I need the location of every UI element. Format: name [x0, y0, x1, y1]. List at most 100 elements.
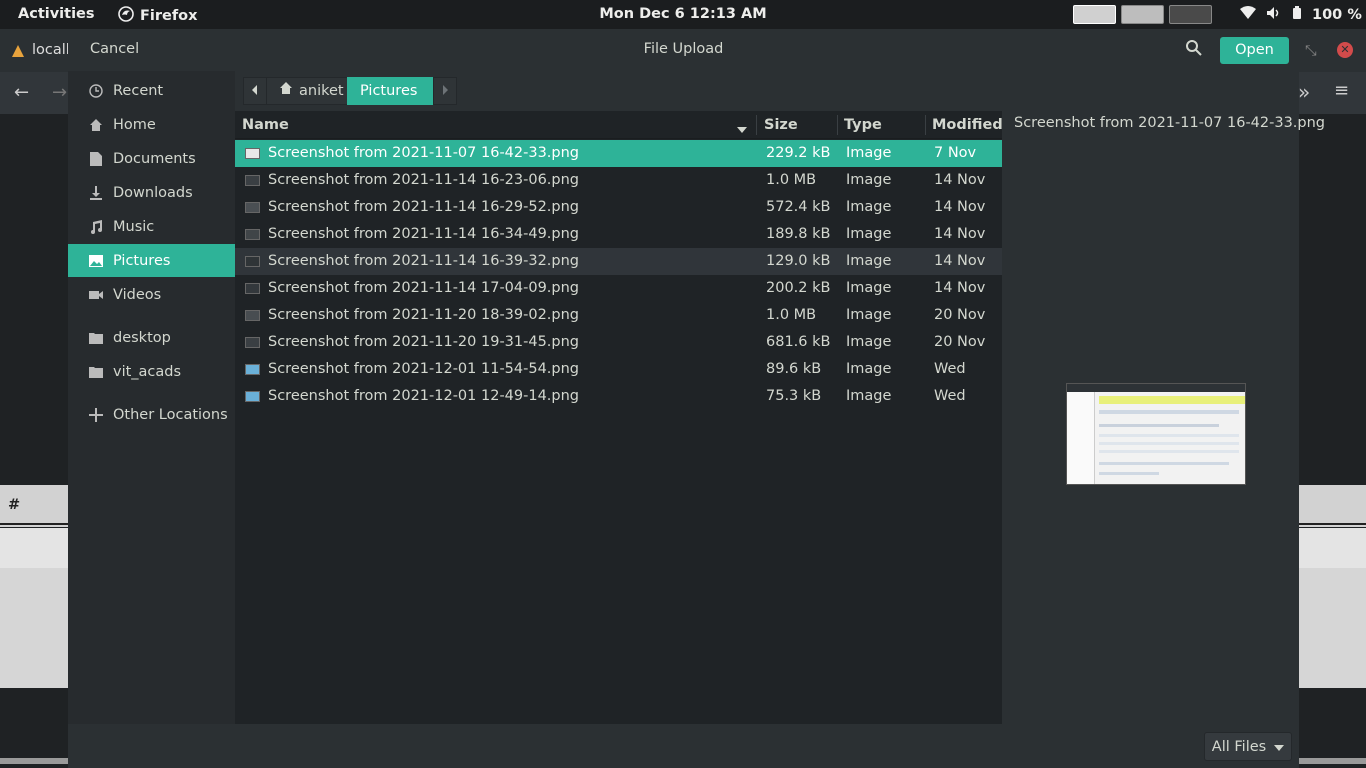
- sidebar-item-pictures[interactable]: Pictures: [68, 244, 235, 277]
- file-row[interactable]: Screenshot from 2021-11-14 16-34-49.png 1…: [235, 221, 1002, 248]
- sidebar-item-videos[interactable]: Videos: [68, 278, 235, 311]
- open-button[interactable]: Open: [1220, 37, 1289, 64]
- column-header-type[interactable]: Type: [844, 117, 882, 133]
- sidebar-item-home[interactable]: Home: [68, 108, 235, 141]
- home-icon: [88, 117, 104, 133]
- sidebar-item-other-locations[interactable]: Other Locations: [68, 398, 235, 431]
- minimize-icon[interactable]: ⤡: [1305, 43, 1317, 59]
- breadcrumb-item-home[interactable]: aniket: [266, 77, 357, 105]
- column-header-size[interactable]: Size: [764, 117, 798, 133]
- file-filter-dropdown[interactable]: All Files: [1204, 732, 1292, 761]
- file-row[interactable]: Screenshot from 2021-12-01 11-54-54.png 8…: [235, 356, 1002, 383]
- overflow-icon[interactable]: »: [1298, 80, 1310, 104]
- file-size: 229.2 kB: [766, 145, 831, 161]
- file-type: Image: [846, 388, 892, 404]
- close-window-icon[interactable]: ✕: [1337, 42, 1353, 58]
- file-modified: 14 Nov: [934, 199, 986, 215]
- tab-favicon-icon: [10, 43, 26, 63]
- breadcrumb: aniket Pictures: [235, 71, 1299, 111]
- file-size: 1.0 MB: [766, 307, 817, 323]
- image-file-icon: [245, 364, 260, 375]
- file-type: Image: [846, 280, 892, 296]
- sidebar-item-downloads[interactable]: Downloads: [68, 176, 235, 209]
- column-separator[interactable]: [837, 115, 838, 135]
- image-file-icon: [245, 391, 260, 402]
- file-row[interactable]: Screenshot from 2021-12-01 12-49-14.png 7…: [235, 383, 1002, 410]
- breadcrumb-forward-button[interactable]: [433, 77, 457, 105]
- sidebar-item-vit-acads[interactable]: vit_acads: [68, 355, 235, 388]
- document-icon: [88, 151, 104, 167]
- cancel-button[interactable]: Cancel: [90, 41, 139, 57]
- image-file-icon: [245, 202, 260, 213]
- file-name: Screenshot from 2021-11-20 18-39-02.png: [268, 307, 580, 323]
- sort-descending-icon[interactable]: [737, 121, 747, 137]
- battery-icon: [1292, 6, 1302, 24]
- file-type: Image: [846, 334, 892, 350]
- file-modified: 14 Nov: [934, 280, 986, 296]
- file-row[interactable]: Screenshot from 2021-11-14 16-29-52.png 5…: [235, 194, 1002, 221]
- system-tray[interactable]: 100 %: [1240, 6, 1362, 24]
- file-row[interactable]: Screenshot from 2021-11-07 16-42-33.png 2…: [235, 140, 1002, 167]
- file-row[interactable]: Screenshot from 2021-11-14 16-23-06.png 1…: [235, 167, 1002, 194]
- file-size: 89.6 kB: [766, 361, 822, 377]
- firefox-icon: [118, 6, 134, 26]
- sidebar-item-label: desktop: [113, 329, 171, 346]
- column-separator[interactable]: [756, 115, 757, 135]
- home-icon: [279, 77, 293, 105]
- file-row[interactable]: Screenshot from 2021-11-20 18-39-02.png 1…: [235, 302, 1002, 329]
- search-button[interactable]: [1185, 39, 1207, 61]
- file-modified: Wed: [934, 361, 966, 377]
- preview-pane: Screenshot from 2021-11-07 16-42-33.png: [1002, 111, 1325, 724]
- back-icon[interactable]: ←: [14, 82, 29, 103]
- plus-icon: [88, 407, 104, 423]
- breadcrumb-label: aniket: [299, 83, 344, 99]
- top-bar: Activities Firefox Mon Dec 6 12:13 AM 10…: [0, 0, 1366, 29]
- file-row[interactable]: Screenshot from 2021-11-14 16-39-32.png 1…: [235, 248, 1002, 275]
- sidebar-item-label: Pictures: [113, 252, 171, 269]
- file-name: Screenshot from 2021-11-14 16-39-32.png: [268, 253, 580, 269]
- file-row[interactable]: Screenshot from 2021-11-14 17-04-09.png 2…: [235, 275, 1002, 302]
- image-file-icon: [245, 310, 260, 321]
- dialog-title: File Upload: [643, 41, 724, 57]
- file-name: Screenshot from 2021-12-01 12-49-14.png: [268, 388, 580, 404]
- folder-icon: [88, 364, 104, 380]
- clock[interactable]: Mon Dec 6 12:13 AM: [599, 6, 766, 22]
- sidebar-item-music[interactable]: Music: [68, 210, 235, 243]
- file-size: 75.3 kB: [766, 388, 822, 404]
- clock-icon: [88, 83, 104, 99]
- chevron-down-icon: [1274, 739, 1285, 755]
- file-name: Screenshot from 2021-11-14 16-34-49.png: [268, 226, 580, 242]
- column-separator[interactable]: [925, 115, 926, 135]
- column-header-modified[interactable]: Modified: [932, 117, 1003, 133]
- file-upload-dialog: Cancel File Upload Open Recent Home Docu…: [68, 29, 1325, 768]
- file-type: Image: [846, 361, 892, 377]
- breadcrumb-item-pictures[interactable]: Pictures: [347, 77, 433, 105]
- file-name: Screenshot from 2021-11-20 19-31-45.png: [268, 334, 580, 350]
- video-icon: [88, 287, 104, 303]
- preview-filename: Screenshot from 2021-11-07 16-42-33.png: [1014, 115, 1326, 131]
- sidebar-item-label: Videos: [113, 286, 162, 303]
- workspace-2[interactable]: [1121, 5, 1164, 24]
- file-modified: 14 Nov: [934, 172, 986, 188]
- sidebar-item-desktop[interactable]: desktop: [68, 321, 235, 354]
- dialog-header: Cancel File Upload Open: [68, 29, 1299, 71]
- breadcrumb-back-button[interactable]: [243, 77, 267, 105]
- file-row[interactable]: Screenshot from 2021-11-20 19-31-45.png 6…: [235, 329, 1002, 356]
- places-sidebar: Recent Home Documents Downloads Music Pi…: [68, 71, 235, 724]
- file-modified: 14 Nov: [934, 226, 986, 242]
- file-name: Screenshot from 2021-11-14 17-04-09.png: [268, 280, 580, 296]
- sidebar-item-recent[interactable]: Recent: [68, 74, 235, 107]
- file-name: Screenshot from 2021-12-01 11-54-54.png: [268, 361, 580, 377]
- workspace-3[interactable]: [1169, 5, 1212, 24]
- app-menu[interactable]: Firefox: [118, 6, 197, 26]
- activities-button[interactable]: Activities: [18, 6, 95, 22]
- menu-icon[interactable]: ≡: [1334, 80, 1349, 101]
- file-modified: 7 Nov: [934, 145, 977, 161]
- file-size: 1.0 MB: [766, 172, 817, 188]
- workspace-1[interactable]: [1073, 5, 1116, 24]
- column-header-name[interactable]: Name: [242, 117, 289, 133]
- sidebar-item-documents[interactable]: Documents: [68, 142, 235, 175]
- forward-icon[interactable]: →: [52, 82, 67, 103]
- chevron-left-icon: [251, 83, 259, 99]
- file-name: Screenshot from 2021-11-14 16-23-06.png: [268, 172, 580, 188]
